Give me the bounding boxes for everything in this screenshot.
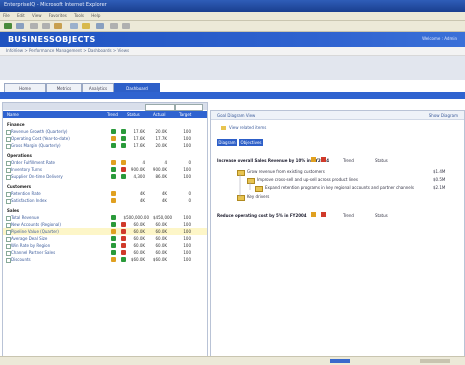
status-warn-icon (121, 160, 126, 165)
group-customers[interactable]: Customers (3, 183, 207, 190)
status-bad-icon (121, 167, 126, 172)
app-banner: BUSINESSOBJECTS Welcome : Admin (0, 32, 465, 47)
menu-help[interactable]: Help (91, 13, 100, 18)
zone-indicator (420, 359, 450, 363)
trend-flat-icon (111, 136, 116, 141)
window-titlebar: EnterpriseIQ - Microsoft Internet Explor… (0, 0, 465, 12)
mail-icon[interactable] (110, 23, 118, 29)
status-good-icon (121, 143, 126, 148)
status-icon (321, 212, 326, 217)
list-item[interactable]: Revenue Growth (Quarterly) 17.6K 20.0K 100 (3, 128, 207, 135)
trend-up-icon (111, 250, 116, 255)
brand-logo: BUSINESSOBJECTS (8, 35, 96, 44)
col-actual[interactable]: Actual (153, 112, 166, 117)
list-item[interactable]: Average Deal Size 60.0K 60.0K 100 (3, 235, 207, 242)
trend-flat-icon (111, 229, 116, 234)
status-good-icon (121, 257, 126, 262)
list-item[interactable]: Supplier On-time Delivery 4,300 86.0K 100 (3, 173, 207, 180)
trend-up-icon (111, 143, 116, 148)
window-title: EnterpriseIQ - Microsoft Internet Explor… (4, 2, 107, 8)
group-finance[interactable]: Finance (3, 121, 207, 128)
goal-title[interactable]: Reduce operating cost by 5% in FY2004 (217, 213, 307, 218)
list-item[interactable]: Discounts $60.0K $60.0K 100 (3, 256, 207, 263)
welcome-text: Welcome : Admin (422, 36, 457, 41)
back-icon[interactable] (4, 23, 12, 29)
menu-file[interactable]: File (3, 13, 10, 18)
status-good-icon (111, 215, 116, 220)
menu-bar: File Edit View Favorites Tools Help (0, 12, 465, 21)
status-bad-icon (121, 236, 126, 241)
trend-up-icon (111, 167, 116, 172)
favorites-icon[interactable] (82, 23, 90, 29)
tab-underline-bar (0, 92, 465, 99)
progress-indicator (330, 359, 350, 363)
col-trend[interactable]: Trend (107, 112, 118, 117)
trend-flat-icon (111, 160, 116, 165)
list-item[interactable]: Operating Cost (Year-to-date) 17.6K 17.7K 1… (3, 135, 207, 142)
col-name[interactable]: Name (7, 112, 19, 117)
browser-toolbar (0, 21, 465, 32)
trend-up-icon (111, 129, 116, 134)
list-item-selected[interactable]: Pipeline Value (Quarter) 60.0K 60.0K 100 (3, 228, 207, 235)
search-icon[interactable] (70, 23, 78, 29)
breadcrumb-path[interactable]: InfoView > Performance Management > Dash… (6, 48, 129, 53)
trend-flat-icon (111, 198, 116, 203)
refresh-icon[interactable] (42, 23, 50, 29)
trend-up-icon (111, 243, 116, 248)
home-icon[interactable] (54, 23, 62, 29)
menu-tools[interactable]: Tools (74, 13, 84, 18)
trend-label: Trend (343, 213, 354, 218)
trend-flat-icon (111, 191, 116, 196)
tree-connectors (239, 174, 251, 197)
status-good-icon (121, 136, 126, 141)
status-good-icon (121, 174, 126, 179)
list-column-headers: Name Trend Status Actual Target (3, 111, 207, 118)
stop-icon[interactable] (30, 23, 38, 29)
trend-icon (311, 212, 316, 217)
side-value: $0.5M (433, 177, 446, 182)
group-sales[interactable]: Sales (3, 207, 207, 214)
status-bad-icon (121, 222, 126, 227)
col-target[interactable]: Target (179, 112, 191, 117)
list-item[interactable]: Channel Partner Sales 60.0K 60.0K 100 (3, 249, 207, 256)
group-operations[interactable]: Operations (3, 152, 207, 159)
trend-up-icon (111, 236, 116, 241)
filter-input[interactable] (145, 104, 175, 111)
trend-up-icon (111, 174, 116, 179)
col-status[interactable]: Status (127, 112, 140, 117)
status-bad-icon (121, 243, 126, 248)
list-item[interactable]: Inventory Turns 900.0K 900.0K 100 (3, 166, 207, 173)
list-item[interactable]: Order Fulfillment Rate 4 4 0 (3, 159, 207, 166)
history-icon[interactable] (96, 23, 104, 29)
goal-diagram-pane: Goal Diagram View Show Diagram View rela… (210, 110, 465, 360)
trend-up-icon (111, 222, 116, 227)
menu-favorites[interactable]: Favorites (49, 13, 67, 18)
list-item[interactable]: Retention Rate 4K 4K 0 (3, 190, 207, 197)
list-item[interactable]: Win Rate by Region 60.0K 60.0K 100 (3, 242, 207, 249)
metrics-list-pane: Name Trend Status Actual Target Finance … (2, 102, 208, 359)
list-item[interactable]: Total Revenue $500,000.00 $450,000 100 (3, 214, 207, 221)
status-label: Status (375, 213, 388, 218)
list-item[interactable]: Gross Margin (Quarterly) 17.6K 20.0K 100 (3, 142, 207, 149)
side-value: $2.1M (433, 185, 446, 190)
side-value: $1.4M (433, 169, 446, 174)
breadcrumb: InfoView > Performance Management > Dash… (0, 47, 465, 56)
status-bad-icon (121, 229, 126, 234)
list-item[interactable]: Satisfaction Index 4K 4K 0 (3, 197, 207, 204)
menu-view[interactable]: View (32, 13, 42, 18)
list-filter-bar (3, 103, 207, 111)
status-bad-icon (121, 250, 126, 255)
list-item[interactable]: New Accounts (Regional) 60.0K 60.0K 100 (3, 221, 207, 228)
print-icon[interactable] (122, 23, 130, 29)
menu-edit[interactable]: Edit (17, 13, 25, 18)
header-strip (0, 56, 465, 80)
status-good-icon (121, 129, 126, 134)
trend-flat-icon (111, 257, 116, 262)
forward-icon[interactable] (16, 23, 24, 29)
filter-dropdown[interactable] (175, 104, 203, 111)
